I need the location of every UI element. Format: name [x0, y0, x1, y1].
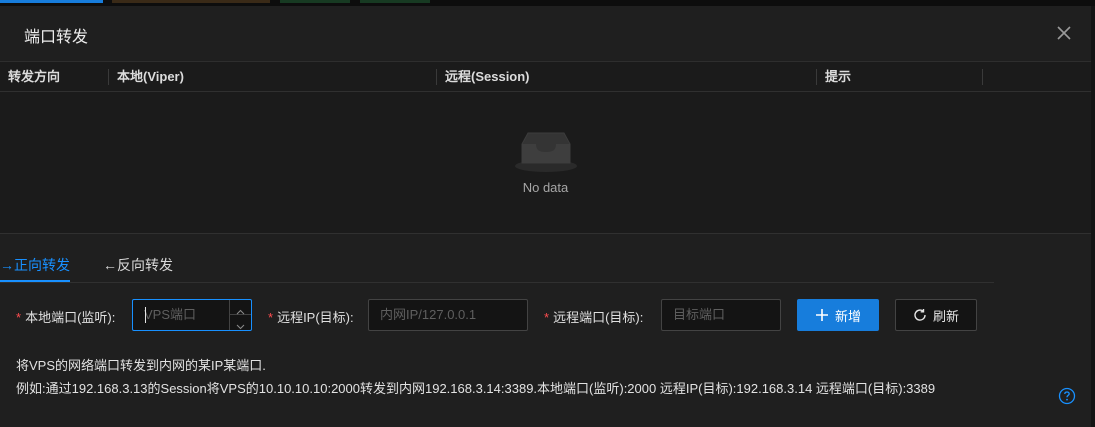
refresh-button[interactable]: 刷新	[895, 299, 977, 331]
close-button[interactable]	[1052, 21, 1076, 45]
local-port-label: * 本地端口(监听):	[16, 310, 116, 325]
background-tab-indicator	[280, 0, 350, 3]
tab-reverse[interactable]: ←反向转发	[103, 255, 173, 275]
inbox-icon	[515, 132, 577, 172]
table-empty-state: No data	[0, 92, 1091, 234]
remote-port-input[interactable]: 目标端口	[661, 299, 781, 331]
refresh-icon	[914, 309, 926, 321]
tab-bar: →正向转发 ←反向转发	[0, 249, 994, 283]
background-tab-indicator	[0, 0, 103, 3]
stepper-up-button[interactable]	[230, 300, 251, 315]
chevron-down-icon	[236, 324, 245, 330]
stepper-down-button[interactable]	[230, 315, 251, 330]
tab-forward[interactable]: →正向转发	[0, 255, 70, 275]
close-icon	[1057, 26, 1071, 40]
description-line-1: 将VPS的网络端口转发到内网的某IP某端口.	[16, 358, 266, 373]
column-header-direction: 转发方向	[8, 69, 61, 84]
background-tab-indicator	[360, 0, 430, 3]
empty-text: No data	[522, 180, 569, 195]
question-circle-icon	[1058, 387, 1076, 405]
local-port-label-text: 本地端口(监听):	[25, 310, 116, 325]
text-caret	[145, 307, 146, 323]
remote-ip-label: * 远程IP(目标):	[268, 310, 354, 325]
remote-ip-label-text: 远程IP(目标):	[277, 310, 354, 325]
port-stepper	[229, 300, 251, 330]
refresh-button-label: 刷新	[932, 308, 959, 324]
column-divider	[982, 69, 983, 85]
background-tab-indicator	[112, 0, 270, 3]
help-button[interactable]	[1058, 387, 1076, 405]
remote-port-placeholder: 目标端口	[673, 307, 726, 322]
column-header-local: 本地(Viper)	[117, 69, 184, 84]
description-line-2: 例如:通过192.168.3.13的Session将VPS的10.10.10.1…	[16, 381, 936, 396]
add-button[interactable]: 新增	[797, 299, 879, 331]
local-port-placeholder: VPS端口	[144, 307, 197, 322]
modal-header: 端口转发	[0, 6, 1091, 60]
add-button-label: 新增	[834, 308, 861, 324]
remote-port-label: * 远程端口(目标):	[544, 310, 644, 325]
plus-icon	[815, 309, 828, 321]
local-port-input[interactable]: VPS端口	[132, 299, 252, 331]
remote-ip-input[interactable]: 内网IP/127.0.0.1	[368, 299, 528, 331]
table-header: 转发方向 本地(Viper) 远程(Session) 提示	[0, 61, 1091, 92]
remote-port-label-text: 远程端口(目标):	[553, 310, 644, 325]
column-header-remote: 远程(Session)	[445, 69, 530, 84]
active-tab-indicator	[0, 280, 70, 282]
column-header-hint: 提示	[825, 69, 852, 84]
modal-title: 端口转发	[24, 29, 89, 46]
remote-ip-placeholder: 内网IP/127.0.0.1	[380, 307, 477, 322]
